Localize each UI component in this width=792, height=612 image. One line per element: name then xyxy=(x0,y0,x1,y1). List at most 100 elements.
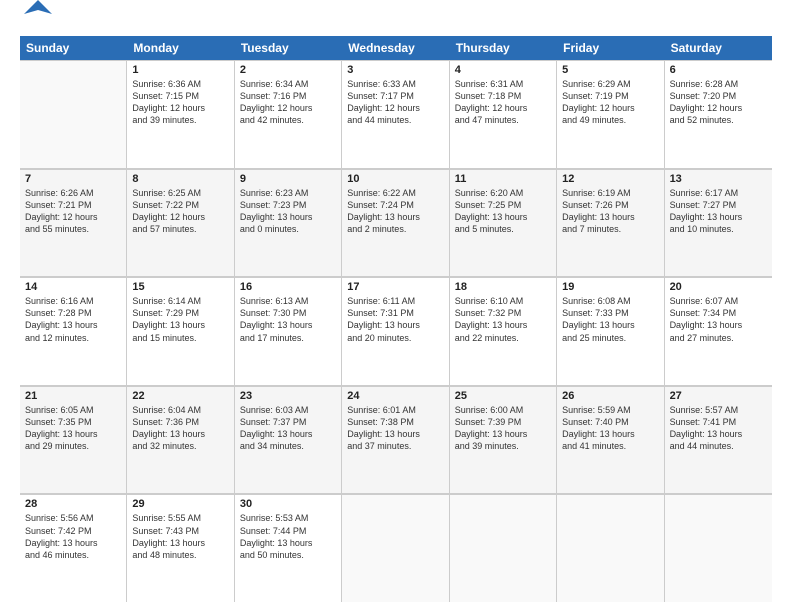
cell-info-line: Sunset: 7:30 PM xyxy=(240,307,336,319)
cell-info-line: Sunrise: 6:26 AM xyxy=(25,187,121,199)
cell-info-line: Daylight: 12 hours xyxy=(562,102,658,114)
cell-info-line: and 10 minutes. xyxy=(670,223,767,235)
calendar-cell: 16Sunrise: 6:13 AMSunset: 7:30 PMDayligh… xyxy=(235,277,342,385)
page: SundayMondayTuesdayWednesdayThursdayFrid… xyxy=(0,0,792,612)
cell-info-line: Sunset: 7:37 PM xyxy=(240,416,336,428)
day-number: 7 xyxy=(25,173,121,185)
calendar-cell: 30Sunrise: 5:53 AMSunset: 7:44 PMDayligh… xyxy=(235,494,342,602)
cell-info-line: Sunset: 7:42 PM xyxy=(25,525,121,537)
cell-info-line: Sunset: 7:22 PM xyxy=(132,199,228,211)
day-number: 27 xyxy=(670,390,767,402)
cell-info-line: Sunset: 7:44 PM xyxy=(240,525,336,537)
calendar-cell: 22Sunrise: 6:04 AMSunset: 7:36 PMDayligh… xyxy=(127,386,234,494)
cell-info-line: and 17 minutes. xyxy=(240,332,336,344)
weekday-header: Sunday xyxy=(20,36,127,60)
day-number: 22 xyxy=(132,390,228,402)
cell-info-line: Sunset: 7:38 PM xyxy=(347,416,443,428)
cell-info-line: and 47 minutes. xyxy=(455,114,551,126)
cell-info-line: Sunrise: 5:59 AM xyxy=(562,404,658,416)
cell-info-line: and 52 minutes. xyxy=(670,114,767,126)
day-number: 11 xyxy=(455,173,551,185)
cell-info-line: Sunrise: 6:28 AM xyxy=(670,78,767,90)
cell-info-line: Sunrise: 6:04 AM xyxy=(132,404,228,416)
cell-info-line: Daylight: 12 hours xyxy=(455,102,551,114)
weekday-header: Friday xyxy=(557,36,664,60)
cell-info-line: Sunset: 7:29 PM xyxy=(132,307,228,319)
calendar-cell: 1Sunrise: 6:36 AMSunset: 7:15 PMDaylight… xyxy=(127,60,234,168)
calendar-row: 7Sunrise: 6:26 AMSunset: 7:21 PMDaylight… xyxy=(20,169,772,278)
cell-info-line: Sunset: 7:41 PM xyxy=(670,416,767,428)
day-number: 12 xyxy=(562,173,658,185)
day-number: 5 xyxy=(562,64,658,76)
cell-info-line: Daylight: 13 hours xyxy=(455,319,551,331)
weekday-header: Thursday xyxy=(450,36,557,60)
calendar-cell xyxy=(342,494,449,602)
day-number: 18 xyxy=(455,281,551,293)
cell-info-line: Sunset: 7:23 PM xyxy=(240,199,336,211)
cell-info-line: Sunset: 7:19 PM xyxy=(562,90,658,102)
cell-info-line: Sunset: 7:35 PM xyxy=(25,416,121,428)
cell-info-line: and 48 minutes. xyxy=(132,549,228,561)
cell-info-line: Sunset: 7:43 PM xyxy=(132,525,228,537)
cell-info-line: Sunrise: 6:36 AM xyxy=(132,78,228,90)
cell-info-line: Daylight: 13 hours xyxy=(240,211,336,223)
cell-info-line: Daylight: 12 hours xyxy=(347,102,443,114)
calendar-cell: 19Sunrise: 6:08 AMSunset: 7:33 PMDayligh… xyxy=(557,277,664,385)
day-number: 8 xyxy=(132,173,228,185)
cell-info-line: Sunset: 7:40 PM xyxy=(562,416,658,428)
cell-info-line: Daylight: 13 hours xyxy=(347,211,443,223)
cell-info-line: Daylight: 12 hours xyxy=(132,102,228,114)
calendar-row: 14Sunrise: 6:16 AMSunset: 7:28 PMDayligh… xyxy=(20,277,772,386)
cell-info-line: Daylight: 12 hours xyxy=(25,211,121,223)
cell-info-line: and 41 minutes. xyxy=(562,440,658,452)
calendar-cell: 14Sunrise: 6:16 AMSunset: 7:28 PMDayligh… xyxy=(20,277,127,385)
cell-info-line: Daylight: 13 hours xyxy=(670,211,767,223)
cell-info-line: Sunrise: 5:56 AM xyxy=(25,512,121,524)
cell-info-line: and 57 minutes. xyxy=(132,223,228,235)
cell-info-line: Sunset: 7:24 PM xyxy=(347,199,443,211)
calendar-cell: 4Sunrise: 6:31 AMSunset: 7:18 PMDaylight… xyxy=(450,60,557,168)
cell-info-line: Sunrise: 6:31 AM xyxy=(455,78,551,90)
cell-info-line: and 25 minutes. xyxy=(562,332,658,344)
cell-info-line: and 39 minutes. xyxy=(132,114,228,126)
cell-info-line: Daylight: 13 hours xyxy=(25,428,121,440)
cell-info-line: and 44 minutes. xyxy=(347,114,443,126)
calendar-row: 1Sunrise: 6:36 AMSunset: 7:15 PMDaylight… xyxy=(20,60,772,169)
cell-info-line: Sunrise: 5:55 AM xyxy=(132,512,228,524)
cell-info-line: and 15 minutes. xyxy=(132,332,228,344)
cell-info-line: Sunrise: 6:10 AM xyxy=(455,295,551,307)
cell-info-line: Daylight: 13 hours xyxy=(562,211,658,223)
day-number: 13 xyxy=(670,173,767,185)
cell-info-line: Sunset: 7:25 PM xyxy=(455,199,551,211)
day-number: 23 xyxy=(240,390,336,402)
cell-info-line: Sunrise: 6:11 AM xyxy=(347,295,443,307)
cell-info-line: and 2 minutes. xyxy=(347,223,443,235)
calendar-cell: 9Sunrise: 6:23 AMSunset: 7:23 PMDaylight… xyxy=(235,169,342,277)
cell-info-line: Sunrise: 6:13 AM xyxy=(240,295,336,307)
cell-info-line: Sunrise: 6:01 AM xyxy=(347,404,443,416)
day-number: 15 xyxy=(132,281,228,293)
calendar-cell: 24Sunrise: 6:01 AMSunset: 7:38 PMDayligh… xyxy=(342,386,449,494)
logo xyxy=(20,18,52,28)
calendar-cell xyxy=(665,494,772,602)
day-number: 6 xyxy=(670,64,767,76)
calendar-cell: 20Sunrise: 6:07 AMSunset: 7:34 PMDayligh… xyxy=(665,277,772,385)
calendar-cell xyxy=(557,494,664,602)
calendar-cell xyxy=(450,494,557,602)
cell-info-line: Daylight: 13 hours xyxy=(240,428,336,440)
weekday-header: Wednesday xyxy=(342,36,449,60)
cell-info-line: Sunset: 7:20 PM xyxy=(670,90,767,102)
cell-info-line: and 7 minutes. xyxy=(562,223,658,235)
cell-info-line: and 49 minutes. xyxy=(562,114,658,126)
calendar-cell: 7Sunrise: 6:26 AMSunset: 7:21 PMDaylight… xyxy=(20,169,127,277)
cell-info-line: Sunrise: 6:17 AM xyxy=(670,187,767,199)
cell-info-line: Sunrise: 6:34 AM xyxy=(240,78,336,90)
cell-info-line: Sunset: 7:34 PM xyxy=(670,307,767,319)
weekday-header: Tuesday xyxy=(235,36,342,60)
cell-info-line: Daylight: 13 hours xyxy=(562,428,658,440)
day-number: 21 xyxy=(25,390,121,402)
calendar-cell: 18Sunrise: 6:10 AMSunset: 7:32 PMDayligh… xyxy=(450,277,557,385)
cell-info-line: Daylight: 12 hours xyxy=(132,211,228,223)
cell-info-line: and 42 minutes. xyxy=(240,114,336,126)
day-number: 17 xyxy=(347,281,443,293)
